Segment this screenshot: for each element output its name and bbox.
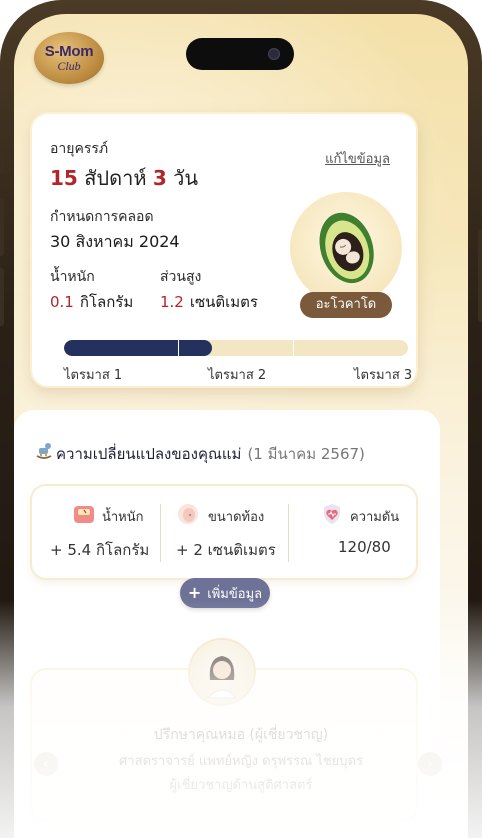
due-date: 30 สิงหาคม 2024 — [50, 232, 180, 251]
baby-height-value: 1.2 — [160, 293, 184, 311]
heart-shield-icon — [324, 504, 340, 524]
stat-weight-label: น้ำหนัก — [102, 510, 144, 525]
weeks-number: 15 — [50, 166, 78, 190]
weeks-unit: สัปดาห์ — [84, 166, 147, 190]
trimester-divider — [293, 340, 294, 356]
baby-height-unit: เซนติเมตร — [189, 293, 258, 311]
stat-pressure-value: 120/80 — [338, 538, 391, 556]
trimester-progress-bar — [64, 340, 408, 356]
volume-up-button — [0, 198, 4, 256]
stat-belly-label: ขนาดท้อง — [208, 510, 265, 525]
baby-weight: 0.1 กิโลกรัม — [50, 290, 133, 314]
fruit-name-badge: อะโวคาโด — [300, 292, 392, 318]
trimester-3-label: ไตรมาส 3 — [354, 368, 413, 383]
mother-changes-title: ความเปลี่ยนแปลงของคุณแม่ (1 มีนาคม 2567) — [56, 442, 365, 466]
edit-info-link[interactable]: แก้ไขข้อมูล — [325, 148, 390, 169]
camera-icon — [268, 48, 280, 60]
logo-text: S-Mom — [44, 43, 94, 60]
baby-weight-label: น้ำหนัก — [50, 269, 95, 285]
mother-changes-date: (1 มีนาคม 2567) — [247, 445, 365, 463]
baby-weight-unit: กิโลกรัม — [79, 293, 134, 311]
stat-weight-value: + 5.4 กิโลกรัม — [50, 541, 150, 559]
avocado-baby-icon — [319, 212, 374, 284]
carousel-next-icon[interactable]: › — [418, 752, 442, 776]
doctor-avatar — [190, 640, 254, 704]
stat-pressure-label: ความดัน — [350, 510, 400, 525]
smom-club-logo[interactable]: S-Mom Club — [34, 32, 104, 84]
trimester-divider — [178, 340, 179, 356]
mother-stats-card: น้ำหนัก + 5.4 กิโลกรัม ขนาดท้อง + 2 เซนต… — [32, 486, 416, 578]
trimester-progress-fill — [64, 340, 212, 356]
belly-icon — [178, 504, 198, 524]
stat-weight: น้ำหนัก + 5.4 กิโลกรัม — [32, 486, 160, 578]
baby-height: 1.2 เซนติเมตร — [160, 290, 258, 314]
doctor-specialty: ผู้เชี่ยวชาญด้านสูติศาสตร์ — [169, 778, 313, 793]
due-date-label: กำหนดการคลอด — [50, 209, 154, 225]
add-data-button[interactable]: + เพิ่มข้อมูล — [180, 578, 270, 608]
mother-changes-heading: ความเปลี่ยนแปลงของคุณแม่ — [56, 445, 242, 463]
plus-icon: + — [187, 583, 202, 602]
pregnancy-summary-card: อายุครรภ์ แก้ไขข้อมูล 15 สัปดาห์ 3 วัน ก… — [32, 114, 416, 386]
pregnancy-age-label: อายุครรภ์ — [50, 141, 109, 157]
days-number: 3 — [152, 166, 167, 190]
doctor-name: ศาสตราจารย์ แพทย์หญิง ดรุพรรณ ไชยบุตร — [119, 754, 363, 769]
stat-belly: ขนาดท้อง + 2 เซนติเมตร — [160, 486, 288, 578]
scale-icon — [74, 506, 94, 523]
add-data-label: เพิ่มข้อมูล — [207, 587, 263, 602]
side-button — [0, 150, 4, 174]
rocking-horse-icon — [36, 443, 52, 459]
baby-height-label: ส่วนสูง — [160, 269, 202, 285]
logo-subtext: Club — [57, 59, 81, 73]
doctor-portrait-icon — [206, 656, 238, 699]
baby-weight-value: 0.1 — [50, 293, 74, 311]
volume-down-button — [0, 268, 4, 326]
fruit-size-illustration — [290, 192, 402, 304]
dynamic-island — [186, 38, 294, 70]
stat-belly-value: + 2 เซนติเมตร — [176, 541, 276, 559]
carousel-prev-icon[interactable]: ‹ — [34, 752, 58, 776]
pregnancy-age: 15 สัปดาห์ 3 วัน — [50, 162, 198, 194]
trimester-2-label: ไตรมาส 2 — [208, 368, 267, 383]
trimester-1-label: ไตรมาส 1 — [64, 368, 123, 383]
stat-pressure: ความดัน 120/80 — [288, 486, 416, 578]
doctor-role: ปรึกษาคุณหมอ (ผู้เชี่ยวชาญ) — [153, 727, 329, 743]
days-unit: วัน — [173, 166, 199, 190]
power-button — [478, 230, 482, 322]
